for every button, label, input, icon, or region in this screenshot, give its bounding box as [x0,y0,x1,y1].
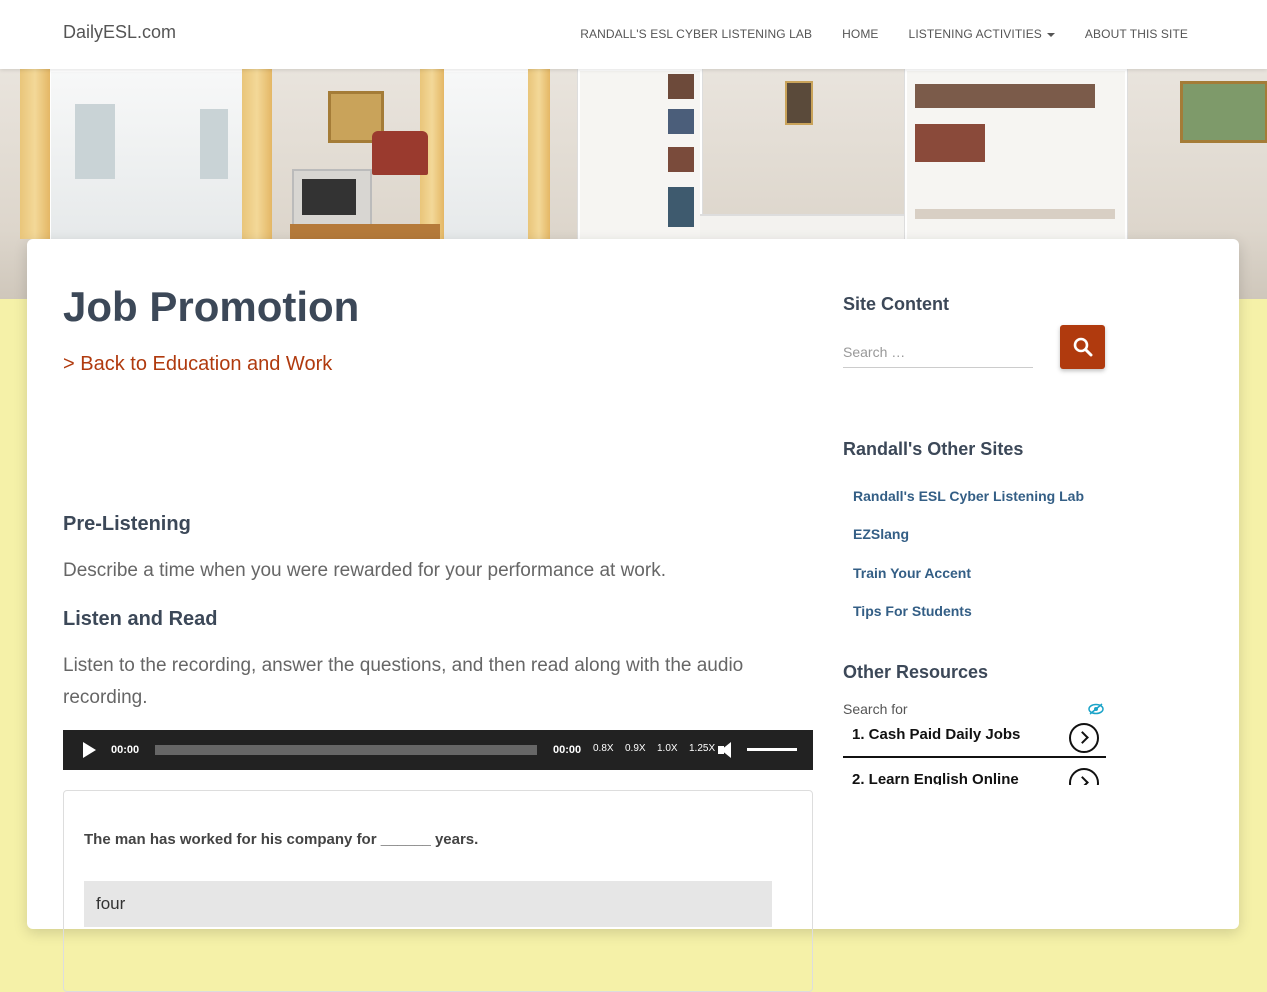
nav-item-home[interactable]: HOME [842,27,878,41]
sidebar-link-ezslang[interactable]: EZSlang [853,526,909,542]
nav-item-cyber-listening-lab[interactable]: RANDALL'S ESL CYBER LISTENING LAB [580,27,812,41]
other-resources-heading: Other Resources [843,662,989,682]
search-button[interactable] [1060,325,1105,369]
volume-slider[interactable] [747,748,797,751]
page-title: Job Promotion [63,283,360,330]
sidebar-link-cyber-listening-lab[interactable]: Randall's ESL Cyber Listening Lab [853,488,1084,504]
quiz-box: The man has worked for his company for _… [63,790,813,992]
speed-0.9x-button[interactable]: 0.9X [625,743,646,754]
back-to-education-link[interactable]: > Back to Education and Work [63,353,332,376]
site-brand[interactable]: DailyESL.com [63,22,176,43]
listen-read-heading: Listen and Read [63,608,218,630]
sidebar-link-tips-for-students[interactable]: Tips For Students [853,603,972,619]
nav-item-about[interactable]: ABOUT THIS SITE [1085,27,1188,41]
search-icon [1073,337,1093,357]
content-card: Job Promotion > Back to Education and Wo… [27,239,1239,992]
speed-1.25x-button[interactable]: 1.25X [689,743,715,754]
speed-0.8x-button[interactable]: 0.8X [593,743,614,754]
ad-result-2[interactable]: 2. Learn English Online [843,763,1106,785]
top-navbar: DailyESL.com RANDALL'S ESL CYBER LISTENI… [0,0,1267,69]
speed-1.0x-button[interactable]: 1.0X [657,743,678,754]
chevron-right-icon [1069,768,1099,785]
progress-rail[interactable] [155,745,537,755]
play-icon[interactable] [83,742,96,758]
chevron-right-icon [1069,723,1099,753]
ad-eye-icon[interactable] [1088,703,1104,715]
ad-result-label: 1. Cash Paid Daily Jobs [852,726,1021,743]
duration: 00:00 [553,744,582,756]
sidebar-link-train-your-accent[interactable]: Train Your Accent [853,565,971,581]
other-sites-heading: Randall's Other Sites [843,439,1024,459]
nav-item-listening-activities[interactable]: LISTENING ACTIVITIES [909,27,1055,41]
pre-listening-heading: Pre-Listening [63,513,191,535]
audio-player: 00:00 00:00 0.8X 0.9X 1.0X 1.25X [63,730,813,770]
ad-search-label: Search for [843,701,908,717]
volume-icon[interactable] [721,742,731,758]
site-content-heading: Site Content [843,294,949,314]
quiz-answer-label: four [96,894,126,913]
search-input[interactable]: Search … [843,339,1033,368]
current-time: 00:00 [111,744,140,756]
quiz-answer-option[interactable]: four [84,881,772,927]
search-placeholder: Search … [843,344,906,360]
pre-listening-text: Describe a time when you were rewarded f… [63,560,666,581]
ad-result-1[interactable]: 1. Cash Paid Daily Jobs [843,718,1106,758]
nav-item-label: LISTENING ACTIVITIES [908,27,1042,41]
main-nav: RANDALL'S ESL CYBER LISTENING LAB HOME L… [580,27,1188,41]
listen-read-text: Listen to the recording, answer the ques… [63,655,744,708]
ad-result-label: 2. Learn English Online [852,771,1019,785]
caret-down-icon [1046,32,1055,37]
quiz-question: The man has worked for his company for _… [84,831,479,848]
